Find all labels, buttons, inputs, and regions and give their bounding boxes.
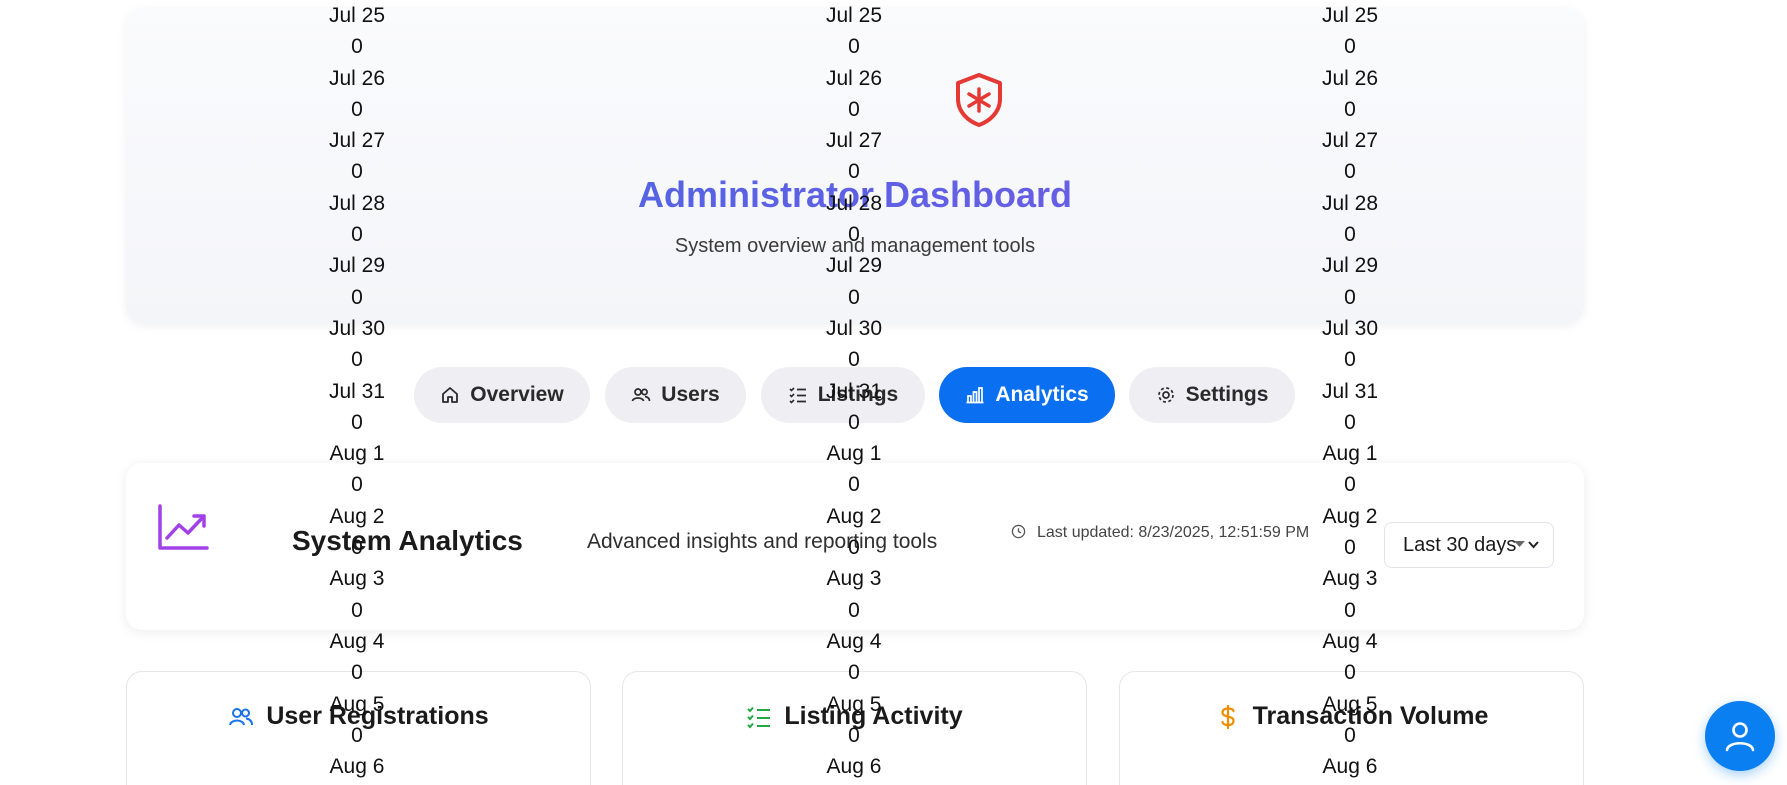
trending-up-icon [158, 504, 209, 550]
date-range-select[interactable]: Last 30 days [1384, 522, 1554, 568]
chart-date-label: Aug 4 [329, 629, 385, 653]
dollar-icon [1221, 704, 1235, 729]
transaction-volume-card: Transaction Volume [1119, 671, 1584, 785]
chart-value-label: 0 [1344, 410, 1356, 434]
bar-chart-icon [966, 387, 984, 404]
system-analytics-card: System Analytics Advanced insights and r… [126, 463, 1584, 630]
tab-listings[interactable]: Listings [761, 367, 925, 423]
tab-label: Settings [1185, 383, 1269, 406]
user-menu-button[interactable] [1705, 701, 1775, 771]
user-registrations-card: User Registrations [126, 671, 591, 785]
tab-users[interactable]: Users [605, 367, 746, 423]
stat-card-title: User Registrations [266, 702, 489, 730]
shield-star-icon [956, 73, 1002, 127]
users-icon [229, 707, 254, 725]
listing-activity-card: Listing Activity [622, 671, 1087, 785]
chart-value-label: 0 [1344, 348, 1356, 372]
chart-value-label: 0 [351, 410, 363, 434]
list-check-icon [747, 706, 771, 728]
chart-date-label: Aug 4 [1322, 629, 1378, 653]
list-check-icon [789, 387, 806, 404]
home-icon [442, 387, 459, 403]
date-range-value: Last 30 days [1403, 533, 1517, 556]
page-subtitle: System overview and management tools [674, 235, 1036, 257]
tab-label: Listings [817, 383, 899, 406]
tab-label: Overview [470, 383, 564, 406]
dashboard-header: Administrator Dashboard System overview … [126, 8, 1584, 324]
tab-label: Users [661, 383, 720, 406]
stat-card-title: Transaction Volume [1252, 702, 1489, 730]
chevron-down-icon [1514, 541, 1539, 549]
chart-date-label: Jul 31 [1321, 379, 1379, 403]
last-updated-text: Last updated: 8/23/2025, 12:51:59 PM [1037, 524, 1310, 541]
tab-overview[interactable]: Overview [414, 367, 590, 423]
tab-settings[interactable]: Settings [1129, 367, 1295, 423]
user-icon [1725, 722, 1755, 752]
page-title: Administrator Dashboard [126, 174, 1584, 216]
chart-date-label: Jul 31 [328, 379, 386, 403]
stat-card-title: Listing Activity [784, 702, 963, 730]
analytics-title: System Analytics [292, 525, 523, 556]
tab-label: Analytics [995, 383, 1089, 406]
chart-value-label: 0 [351, 348, 363, 372]
tab-analytics[interactable]: Analytics [939, 367, 1115, 423]
gear-icon [1157, 387, 1174, 403]
chart-date-label: Aug 4 [826, 629, 882, 653]
admin-dashboard-page: Administrator Dashboard System overview … [0, 0, 1787, 785]
clock-icon [1011, 524, 1026, 539]
users-icon [631, 388, 651, 402]
analytics-subtitle: Advanced insights and reporting tools [587, 530, 938, 553]
